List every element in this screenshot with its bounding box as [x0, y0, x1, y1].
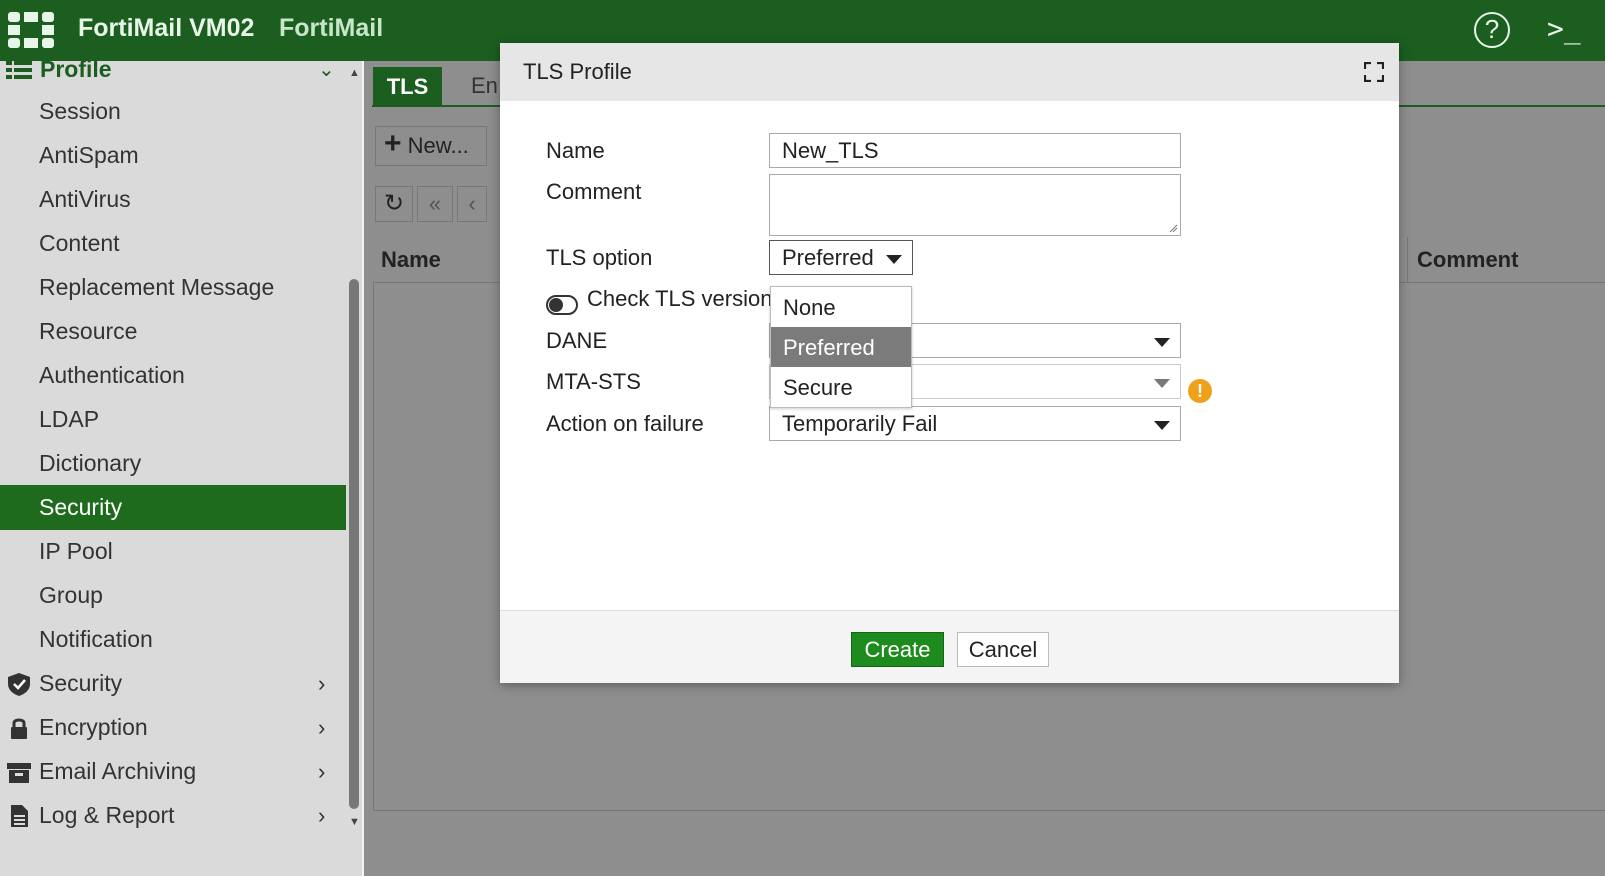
comment-textarea[interactable] — [769, 174, 1181, 236]
sidebar-item-group[interactable]: Group — [0, 573, 346, 618]
tls-option-none[interactable]: None — [771, 287, 911, 327]
sidebar-item-label: Replacement Message — [39, 274, 275, 300]
list-icon — [6, 61, 32, 79]
app-title: FortiMail VM02 — [78, 14, 255, 42]
sidebar-item-label: LDAP — [39, 406, 100, 432]
document-icon — [11, 805, 28, 827]
sidebar-item-label: Profile — [40, 61, 112, 82]
sidebar-item-label: AntiSpam — [39, 142, 139, 168]
sidebar-scrollbar[interactable]: ▲ ▼ — [346, 61, 362, 876]
action-on-failure-select[interactable]: Temporarily Fail — [769, 406, 1181, 441]
tls-option-label: TLS option — [546, 245, 653, 270]
chevron-down-icon: ⌄ — [318, 61, 335, 81]
dialog-header: TLS Profile — [500, 43, 1399, 101]
sidebar-item-session[interactable]: Session — [0, 89, 346, 134]
sidebar-item-ldap[interactable]: LDAP — [0, 397, 346, 442]
sidebar-item-label: Notification — [39, 626, 153, 652]
column-header-name[interactable]: Name — [381, 247, 441, 273]
sidebar-item-security-profile[interactable]: Security — [0, 485, 346, 530]
caret-down-icon — [886, 255, 902, 264]
fortinet-logo-icon[interactable] — [8, 12, 54, 48]
sidebar-section-email-archiving[interactable]: Email Archiving › — [0, 749, 346, 794]
chevron-right-icon: › — [318, 715, 326, 740]
column-header-comment[interactable]: Comment — [1417, 247, 1518, 273]
toggle-knob — [549, 298, 563, 312]
chevron-right-icon: › — [318, 759, 326, 784]
sidebar-item-label: Dictionary — [39, 450, 142, 476]
resize-grip-icon[interactable] — [1168, 223, 1178, 233]
scroll-down-icon[interactable]: ▼ — [349, 816, 360, 828]
plus-icon: + — [384, 127, 402, 160]
sidebar-item-dictionary[interactable]: Dictionary — [0, 441, 346, 486]
sidebar-item-label: AntiVirus — [39, 186, 131, 212]
sidebar-section-security[interactable]: Security › — [0, 661, 346, 706]
sidebar-item-label: Group — [39, 582, 103, 608]
sidebar-item-antispam[interactable]: AntiSpam — [0, 133, 346, 178]
sidebar-item-replacement-message[interactable]: Replacement Message — [0, 265, 346, 310]
sidebar-section-label: Encryption — [39, 714, 148, 740]
mta-sts-label: MTA-STS — [546, 369, 641, 394]
caret-down-icon — [1154, 379, 1170, 388]
create-button[interactable]: Create — [851, 632, 944, 667]
sidebar-section-log-report[interactable]: Log & Report › — [0, 793, 346, 838]
dialog-title: TLS Profile — [523, 59, 632, 84]
name-input[interactable]: New_TLS — [769, 133, 1181, 168]
tls-option-select[interactable]: Preferred — [769, 240, 913, 275]
sidebar-item-profile[interactable]: Profile ⌄ — [0, 61, 346, 85]
archive-icon — [7, 763, 31, 783]
app-subtitle: FortiMail — [279, 14, 384, 42]
caret-down-icon — [1154, 338, 1170, 347]
sidebar-section-label: Email Archiving — [39, 758, 197, 784]
sidebar-item-label: Resource — [39, 318, 138, 344]
refresh-icon[interactable]: ↻ — [375, 186, 413, 222]
tab-tls[interactable]: TLS — [373, 67, 442, 107]
sidebar-item-label: IP Pool — [39, 538, 113, 564]
sidebar-item-label: Authentication — [39, 362, 185, 388]
sidebar-item-label: Security — [39, 494, 123, 520]
new-button[interactable]: + New... — [375, 126, 487, 166]
check-tls-version-label: Check TLS version — [587, 286, 773, 311]
dialog-footer: Create Cancel — [500, 610, 1399, 683]
lock-icon — [11, 718, 27, 739]
sidebar-item-ip-pool[interactable]: IP Pool — [0, 529, 346, 574]
sidebar-item-authentication[interactable]: Authentication — [0, 353, 346, 398]
name-label: Name — [546, 138, 605, 163]
check-tls-version-toggle[interactable] — [546, 295, 578, 315]
tls-option-dropdown: None Preferred Secure — [770, 286, 912, 408]
action-on-failure-label: Action on failure — [546, 411, 704, 436]
sidebar-item-label: Session — [39, 98, 121, 124]
sidebar-item-notification[interactable]: Notification — [0, 617, 346, 662]
tls-option-secure[interactable]: Secure — [771, 367, 911, 407]
help-icon[interactable]: ? — [1474, 12, 1510, 48]
shield-icon — [8, 673, 30, 696]
action-on-failure-value: Temporarily Fail — [782, 411, 938, 436]
column-divider — [1407, 237, 1408, 283]
tls-profile-dialog: TLS Profile Name New_TLS Comment TLS opt… — [500, 43, 1399, 683]
caret-down-icon — [1154, 421, 1170, 430]
scroll-up-icon[interactable]: ▲ — [349, 67, 360, 79]
first-page-icon[interactable]: « — [417, 186, 453, 222]
sidebar-item-label: Content — [39, 230, 120, 256]
sidebar-item-content[interactable]: Content — [0, 221, 346, 266]
sidebar-item-antivirus[interactable]: AntiVirus — [0, 177, 346, 222]
dane-label: DANE — [546, 328, 608, 353]
previous-page-icon[interactable]: ‹ — [457, 186, 487, 222]
cli-console-icon[interactable]: >_ — [1547, 12, 1581, 45]
tab-encryption[interactable]: En — [471, 73, 498, 99]
sidebar-item-resource[interactable]: Resource — [0, 309, 346, 354]
tls-option-value: Preferred — [782, 245, 874, 270]
chevron-right-icon: › — [318, 671, 326, 696]
chevron-right-icon: › — [318, 803, 326, 828]
sidebar-section-label: Log & Report — [39, 802, 175, 828]
new-button-label: New... — [407, 133, 469, 158]
scrollbar-thumb[interactable] — [349, 279, 359, 809]
comment-label: Comment — [546, 179, 642, 204]
sidebar: Profile ⌄ Session AntiSpam AntiVirus Con… — [0, 61, 346, 876]
tls-option-preferred[interactable]: Preferred — [771, 327, 911, 367]
sidebar-section-label: Security — [39, 670, 123, 696]
cancel-button[interactable]: Cancel — [957, 632, 1049, 667]
sidebar-section-encryption[interactable]: Encryption › — [0, 705, 346, 750]
maximize-icon[interactable] — [1364, 62, 1384, 82]
warning-icon[interactable]: ! — [1188, 379, 1212, 403]
